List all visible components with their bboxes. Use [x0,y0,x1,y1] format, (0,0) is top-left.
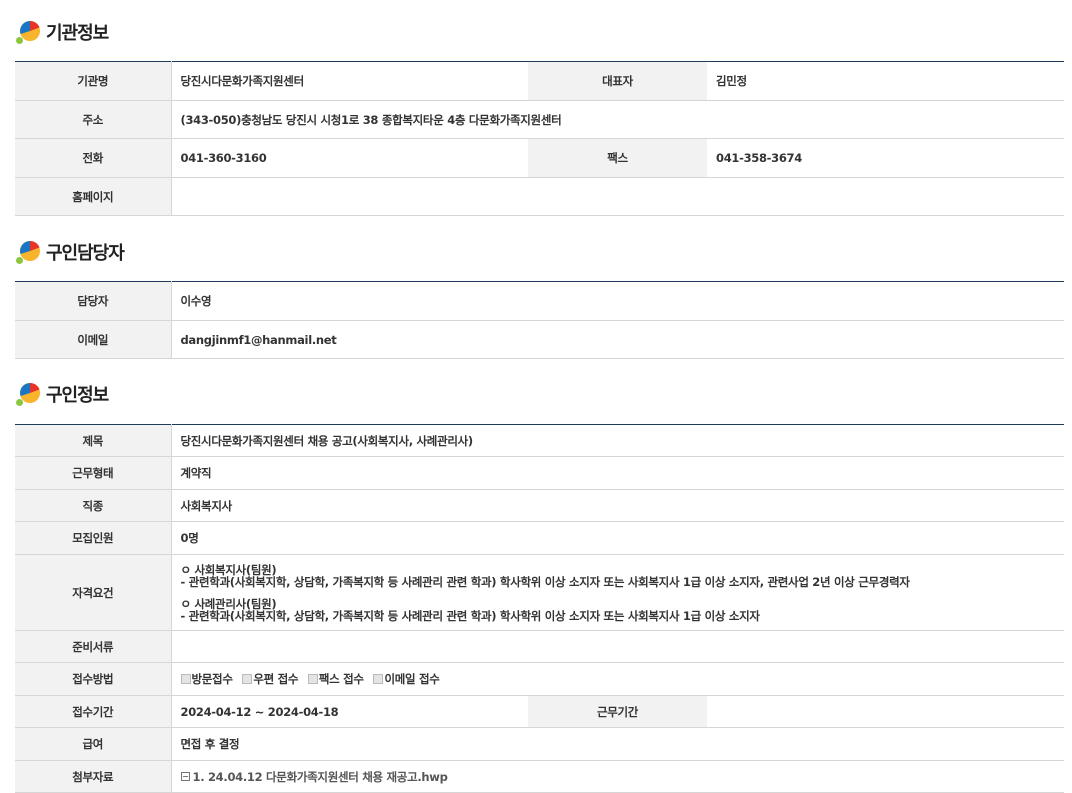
subject-label: 제목 [15,424,172,457]
homepage-value[interactable] [171,177,1064,216]
qualification-line: ㅇ 사례관리사(팀원) [180,596,277,611]
table-row: 이메일 dangjinmf1@hanmail.net [15,320,1064,359]
person-value: 이수영 [171,281,1064,321]
table-row: 담당자 이수영 [15,281,1064,321]
phone-value: 041-360-3160 [171,138,528,178]
headcount-label: 모집인원 [15,521,172,555]
section-job-title: 구인정보 [16,379,109,409]
org-name-value: 당진시다문화가족지원센터 [171,61,528,101]
method-email: 이메일 접수 [373,672,440,686]
qualification-line: - 관련학과(사회복지학, 상담학, 가족복지학 등 사례관리 관련 학과) 학… [180,608,761,623]
email-label: 이메일 [15,320,172,359]
table-row: 접수방법 방문접수 우편 접수 팩스 접수 이메일 접수 [15,662,1064,696]
method-label: 접수방법 [15,662,172,696]
salary-value: 면접 후 결정 [171,727,1064,761]
work-period-label: 근무기간 [528,695,707,728]
table-row: 근무형태 계약직 [15,456,1064,490]
section-heading: 기관정보 [46,23,109,44]
ceo-label: 대표자 [528,61,707,101]
table-row: 제목 당진시다문화가족지원센터 채용 공고(사회복지사, 사례관리사) [15,424,1064,457]
salary-label: 급여 [15,727,172,761]
section-heading: 구인정보 [46,385,109,406]
section-org-title: 기관정보 [16,17,109,47]
checkbox-icon [242,674,253,684]
checkbox-icon [180,674,191,684]
qualification-line: - 관련학과(사회복지학, 상담학, 가족복지학 등 사례관리 관련 학과) 학… [180,574,910,589]
documents-value [171,630,1064,663]
method-visit: 방문접수 [180,672,233,686]
attachment-link[interactable]: 1. 24.04.12 다문화가족지원센터 채용 재공고.hwp [193,770,448,784]
org-name-label: 기관명 [15,61,172,101]
table-row: 주소 (343-050)충청남도 당진시 시청1로 38 종합복지타운 4층 다… [15,100,1064,139]
headcount-value: 0명 [171,521,1064,555]
method-value: 방문접수 우편 접수 팩스 접수 이메일 접수 [171,662,1064,696]
phone-label: 전화 [15,138,172,178]
qualification-value: ㅇ 사회복지사(팀원) - 관련학과(사회복지학, 상담학, 가족복지학 등 사… [171,554,1064,631]
employment-label: 근무형태 [15,456,172,490]
documents-label: 준비서류 [15,630,172,663]
table-row: 기관명 당진시다문화가족지원센터 대표자 김민정 [15,61,1064,101]
table-row: 접수기간 2024-04-12 ~ 2024-04-18 근무기간 [15,695,1064,728]
email-value[interactable]: dangjinmf1@hanmail.net [171,320,1064,359]
method-mail: 우편 접수 [242,672,298,686]
section-bullet-icon [16,381,42,407]
address-value: (343-050)충청남도 당진시 시청1로 38 종합복지타운 4층 다문화가… [171,100,1064,139]
employment-value: 계약직 [171,456,1064,490]
qualification-line: ㅇ 사회복지사(팀원) [180,562,277,577]
method-fax: 팩스 접수 [307,672,364,686]
fax-label: 팩스 [528,138,707,178]
qualification-label: 자격요건 [15,554,172,631]
occupation-label: 직종 [15,489,172,522]
period-value: 2024-04-12 ~ 2024-04-18 [171,695,528,728]
checkbox-icon [307,674,318,684]
checkbox-icon [373,674,384,684]
section-contact-title: 구인담당자 [16,237,125,267]
table-row: 홈페이지 [15,177,1064,216]
homepage-label: 홈페이지 [15,177,172,216]
table-row: 직종 사회복지사 [15,489,1064,522]
section-bullet-icon [16,19,42,45]
table-row: 자격요건 ㅇ 사회복지사(팀원) - 관련학과(사회복지학, 상담학, 가족복지… [15,554,1064,631]
table-row: 모집인원 0명 [15,521,1064,555]
org-info-table: 기관명 당진시다문화가족지원센터 대표자 김민정 주소 (343-050)충청남… [15,61,1064,216]
table-row: 준비서류 [15,630,1064,663]
occupation-value: 사회복지사 [171,489,1064,522]
section-heading: 구인담당자 [46,243,125,264]
subject-value: 당진시다문화가족지원센터 채용 공고(사회복지사, 사례관리사) [171,424,1064,457]
address-label: 주소 [15,100,172,139]
section-bullet-icon [16,239,42,265]
work-period-value [707,695,1064,728]
period-label: 접수기간 [15,695,172,728]
ceo-value: 김민정 [707,61,1064,101]
table-row: 급여 면접 후 결정 [15,727,1064,761]
file-icon [180,771,190,781]
fax-value: 041-358-3674 [707,138,1064,178]
table-row: 전화 041-360-3160 팩스 041-358-3674 [15,138,1064,178]
person-label: 담당자 [15,281,172,321]
contact-info-table: 담당자 이수영 이메일 dangjinmf1@hanmail.net [15,281,1064,359]
job-info-table: 제목 당진시다문화가족지원센터 채용 공고(사회복지사, 사례관리사) 근무형태… [15,424,1064,793]
